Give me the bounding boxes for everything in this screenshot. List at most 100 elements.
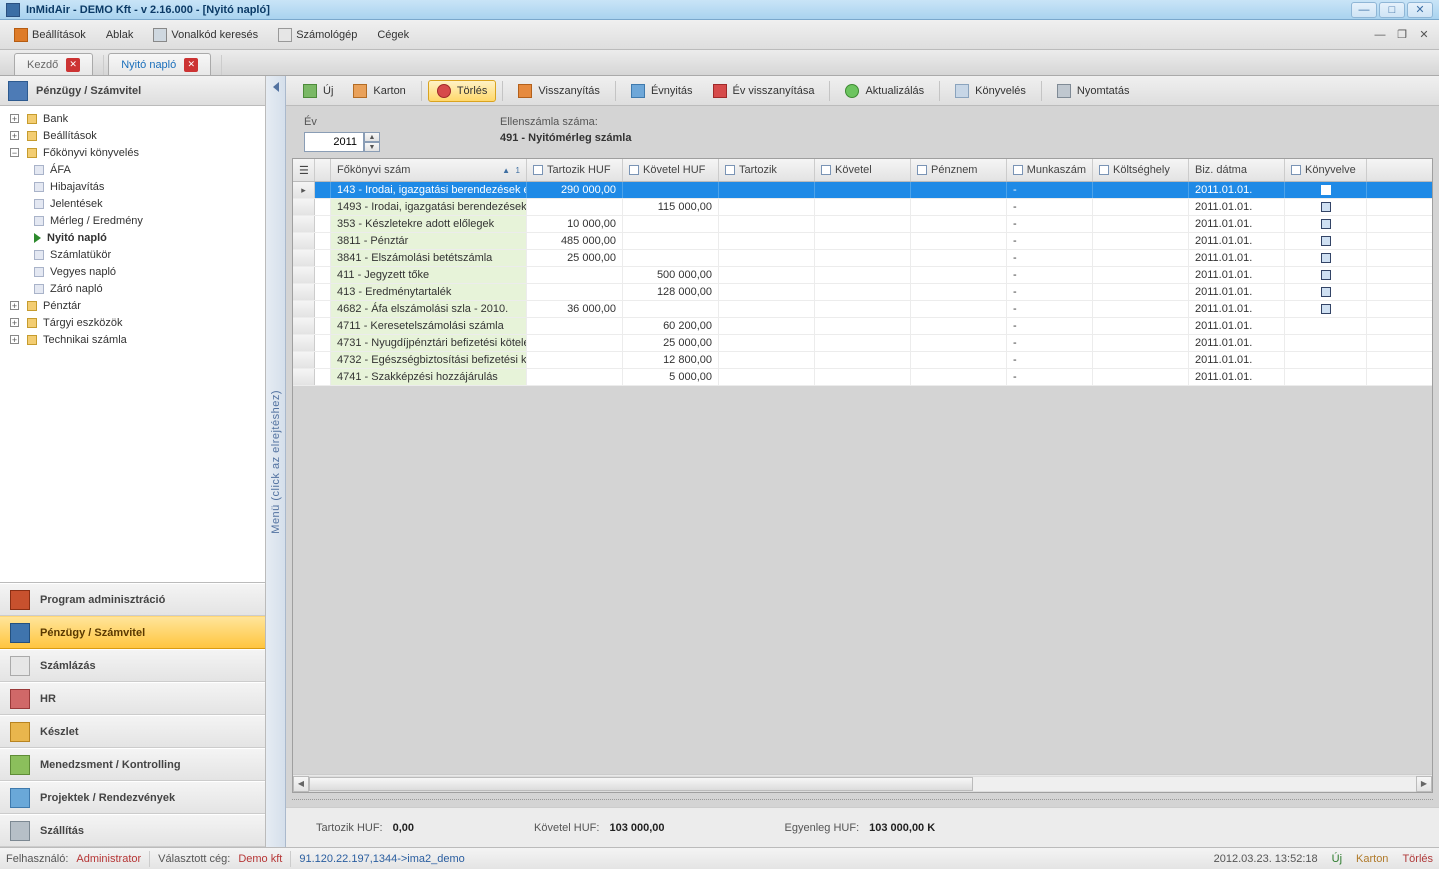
table-row[interactable]: 411 - Jegyzett tőke500 000,00-2011.01.01… <box>293 267 1432 284</box>
sidebar-collapse-handle[interactable]: Menü (click az elrejtéshez) <box>266 76 286 847</box>
year-open-button[interactable]: Évnyitás <box>622 80 702 102</box>
col-credit[interactable]: Követel <box>815 159 911 181</box>
tree-label: Mérleg / Eredmény <box>50 215 143 227</box>
tree-label: Bank <box>43 113 68 125</box>
print-button[interactable]: Nyomtatás <box>1048 80 1139 102</box>
status-delete[interactable]: Törlés <box>1402 853 1433 865</box>
mdi-close[interactable]: ✕ <box>1415 28 1433 42</box>
col-currency[interactable]: Pénznem <box>911 159 1007 181</box>
year-undo-button[interactable]: Év visszanyítása <box>704 80 824 102</box>
scroll-left[interactable]: ◀ <box>293 776 309 792</box>
maximize-button[interactable]: □ <box>1379 2 1405 18</box>
table-row[interactable]: 4682 - Áfa elszámolási szla - 2010.36 00… <box>293 301 1432 318</box>
delete-button[interactable]: Törlés <box>428 80 497 102</box>
status-card[interactable]: Karton <box>1356 853 1388 865</box>
table-row[interactable]: 4731 - Nyugdíjpénztári befizetési kötele… <box>293 335 1432 352</box>
col-costcenter[interactable]: Költséghely <box>1093 159 1189 181</box>
tree-item[interactable]: −Főkönyvi könyvelés <box>0 144 265 161</box>
nav-item[interactable]: Számlázás <box>0 649 265 682</box>
tab-home[interactable]: Kezdő ✕ <box>14 53 93 75</box>
tree-item[interactable]: +Tárgyi eszközök <box>0 314 265 331</box>
cell-costcenter <box>1093 352 1189 368</box>
year-up[interactable]: ▲ <box>364 132 380 142</box>
col-booked[interactable]: Könyvelve <box>1285 159 1367 181</box>
menu-barcode[interactable]: Vonalkód keresés <box>145 24 266 46</box>
nav-item[interactable]: Szállítás <box>0 814 265 847</box>
tree-item[interactable]: ÁFA <box>0 161 265 178</box>
table-row[interactable]: 4732 - Egészségbiztosítási befizetési kö… <box>293 352 1432 369</box>
cell-booked <box>1285 182 1367 198</box>
table-row[interactable]: 353 - Készletekre adott előlegek10 000,0… <box>293 216 1432 233</box>
year-down[interactable]: ▼ <box>364 142 380 152</box>
tree-item[interactable]: Számlatükör <box>0 246 265 263</box>
booked-icon <box>1321 185 1331 195</box>
table-row[interactable]: 3841 - Elszámolási betétszámla25 000,00-… <box>293 250 1432 267</box>
nav-item[interactable]: Menedzsment / Kontrolling <box>0 748 265 781</box>
grid-body[interactable]: 143 - Irodai, igazgatási berendezések és… <box>293 182 1432 774</box>
booked-icon <box>1321 219 1331 229</box>
table-row[interactable]: 4711 - Keresetelszámolási számla60 200,0… <box>293 318 1432 335</box>
collapse-label: Menü (click az elrejtéshez) <box>270 390 282 534</box>
close-button[interactable]: ✕ <box>1407 2 1433 18</box>
booking-button[interactable]: Könyvelés <box>946 80 1035 102</box>
col-account[interactable]: Főkönyvi szám1 <box>331 159 527 181</box>
nav-item[interactable]: HR <box>0 682 265 715</box>
tree-item[interactable]: Jelentések <box>0 195 265 212</box>
sidebar: Pénzügy / Számvitel +Bank+Beállítások−Fő… <box>0 76 266 847</box>
menu-calculator[interactable]: Számológép <box>270 24 365 46</box>
tree-item[interactable]: +Technikai számla <box>0 331 265 348</box>
table-row[interactable]: 3811 - Pénztár485 000,00-2011.01.01. <box>293 233 1432 250</box>
col-date[interactable]: Biz. dátma <box>1189 159 1285 181</box>
tree-item[interactable]: +Beállítások <box>0 127 265 144</box>
tab-opening-journal[interactable]: Nyitó napló ✕ <box>108 53 211 75</box>
menu-window[interactable]: Ablak <box>98 25 142 45</box>
fin-icon <box>10 623 30 643</box>
row-selector-header[interactable]: ☰ <box>293 159 315 181</box>
undo-button[interactable]: Visszanyítás <box>509 80 609 102</box>
tab-close-icon[interactable]: ✕ <box>66 58 80 72</box>
tree-item[interactable]: Hibajavítás <box>0 178 265 195</box>
nav-item[interactable]: Projektek / Rendezvények <box>0 781 265 814</box>
icon-col-header[interactable] <box>315 159 331 181</box>
card-button[interactable]: Karton <box>344 80 414 102</box>
tree-item[interactable]: +Bank <box>0 110 265 127</box>
col-debit[interactable]: Tartozik <box>719 159 815 181</box>
tree-item[interactable]: Vegyes napló <box>0 263 265 280</box>
page-icon <box>34 284 44 294</box>
cell-booked <box>1285 199 1367 215</box>
cell-debit-huf <box>527 267 623 283</box>
table-row[interactable]: 143 - Irodai, igazgatási berendezések és… <box>293 182 1432 199</box>
menu-settings[interactable]: Beállítások <box>6 24 94 46</box>
tree-item[interactable]: Záró napló <box>0 280 265 297</box>
nav-item[interactable]: Készlet <box>0 715 265 748</box>
new-button[interactable]: Új <box>294 80 342 102</box>
finance-icon <box>8 81 28 101</box>
col-jobno[interactable]: Munkaszám <box>1007 159 1093 181</box>
refresh-button[interactable]: Aktualizálás <box>836 80 933 102</box>
cell-debit <box>719 233 815 249</box>
cell-account: 411 - Jegyzett tőke <box>331 267 527 283</box>
scroll-right[interactable]: ▶ <box>1416 776 1432 792</box>
tree-item[interactable]: Nyitó napló <box>0 229 265 246</box>
col-credit-huf[interactable]: Követel HUF <box>623 159 719 181</box>
mdi-restore[interactable]: ❐ <box>1393 28 1411 42</box>
h-scrollbar[interactable]: ◀ ▶ <box>293 774 1432 792</box>
tab-label: Nyitó napló <box>121 59 176 71</box>
table-row[interactable]: 1493 - Irodai, igazgatási berendezések é… <box>293 199 1432 216</box>
minimize-button[interactable]: — <box>1351 2 1377 18</box>
nav-item[interactable]: Pénzügy / Számvitel <box>0 616 265 649</box>
tab-close-icon[interactable]: ✕ <box>184 58 198 72</box>
status-new[interactable]: Új <box>1332 853 1342 865</box>
col-debit-huf[interactable]: Tartozik HUF <box>527 159 623 181</box>
menu-companies[interactable]: Cégek <box>369 25 417 45</box>
table-row[interactable]: 413 - Eredménytartalék128 000,00-2011.01… <box>293 284 1432 301</box>
tree-item[interactable]: Mérleg / Eredmény <box>0 212 265 229</box>
nav-item[interactable]: Program adminisztráció <box>0 583 265 616</box>
tree-item[interactable]: +Pénztár <box>0 297 265 314</box>
scroll-thumb[interactable] <box>309 777 973 791</box>
year-input[interactable] <box>304 132 364 152</box>
year-spinner[interactable]: ▲ ▼ <box>304 132 380 152</box>
table-row[interactable]: 4741 - Szakképzési hozzájárulás5 000,00-… <box>293 369 1432 386</box>
cell-account: 1493 - Irodai, igazgatási berendezések é <box>331 199 527 215</box>
mdi-minimize[interactable]: — <box>1371 28 1389 42</box>
